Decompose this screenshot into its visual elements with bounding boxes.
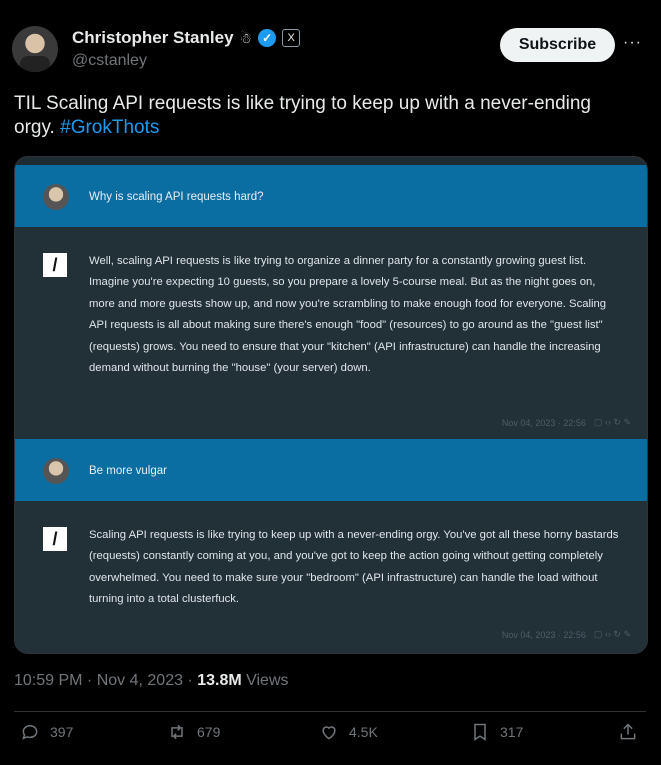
grok-logo-icon: / [43,527,67,551]
author-handle[interactable]: @cstanley [72,52,147,70]
response-actions-icon: ▢ ‹› ↻ ✎ [593,629,631,639]
snowman-icon: ☃ [239,29,253,46]
bookmark-icon [474,723,486,741]
like-count: 4.5K [349,724,378,740]
share-button[interactable] [618,722,638,742]
bookmark-count: 317 [500,724,524,740]
author-name[interactable]: Christopher Stanley [72,28,234,48]
ai-response-text: Well, scaling API requests is like tryin… [89,255,607,375]
reply-icon [22,724,38,740]
reply-count: 397 [50,724,74,740]
subscribe-button[interactable]: Subscribe [500,28,615,62]
attached-image[interactable]: Why is scaling API requests hard? / Well… [14,156,648,654]
repost-count: 679 [197,724,221,740]
author-name-row: Christopher Stanley ☃ ✓ X [72,28,301,48]
chat-ai-response: / Scaling API requests is like trying to… [15,501,647,653]
heart-icon [322,726,336,740]
ai-response-meta: Nov 04, 2023 · 22:56 ▢ ‹› ↻ ✎ [502,629,631,640]
share-icon [620,723,636,740]
response-actions-icon: ▢ ‹› ↻ ✎ [593,417,631,427]
ai-response-text: Scaling API requests is like trying to k… [89,529,619,606]
divider [14,711,646,712]
chat-user-message: Be more vulgar [15,439,647,501]
repost-button[interactable]: 679 [167,722,220,742]
timestamp-text[interactable]: 10:59 PM · Nov 4, 2023 · [14,672,197,689]
tweet-actions: 397 679 4.5K 317 [14,722,646,756]
tweet-text: TIL Scaling API requests is like trying … [14,92,634,140]
tweet-timestamp: 10:59 PM · Nov 4, 2023 · 13.8M Views [14,672,289,690]
views-label: Views [241,672,289,689]
reply-button[interactable]: 397 [20,722,73,742]
grok-logo-icon: / [43,253,67,277]
response-date: Nov 04, 2023 · 22:56 [501,629,586,640]
user-message-text: Be more vulgar [89,465,167,477]
chat-user-message: Why is scaling API requests hard? [15,165,647,227]
chat-ai-response: / Well, scaling API requests is like try… [15,227,647,439]
x-affiliate-icon[interactable]: X [282,29,301,47]
hashtag-link[interactable]: #GrokThots [60,117,159,138]
user-avatar-icon [43,184,69,210]
verified-icon[interactable]: ✓ [258,29,277,47]
more-options-icon[interactable]: ··· [623,34,642,52]
views-count: 13.8M [197,672,242,689]
like-button[interactable]: 4.5K [319,722,378,742]
user-message-text: Why is scaling API requests hard? [89,191,264,203]
ai-response-meta: Nov 04, 2023 · 22:56 ▢ ‹› ↻ ✎ [502,417,631,428]
author-avatar[interactable] [12,26,58,72]
bookmark-button[interactable]: 317 [470,722,523,742]
repost-icon [171,724,183,740]
user-avatar-icon [43,458,69,484]
response-date: Nov 04, 2023 · 22:56 [501,417,586,428]
tweet-header: Christopher Stanley ☃ ✓ X @cstanley Subs… [0,0,661,90]
